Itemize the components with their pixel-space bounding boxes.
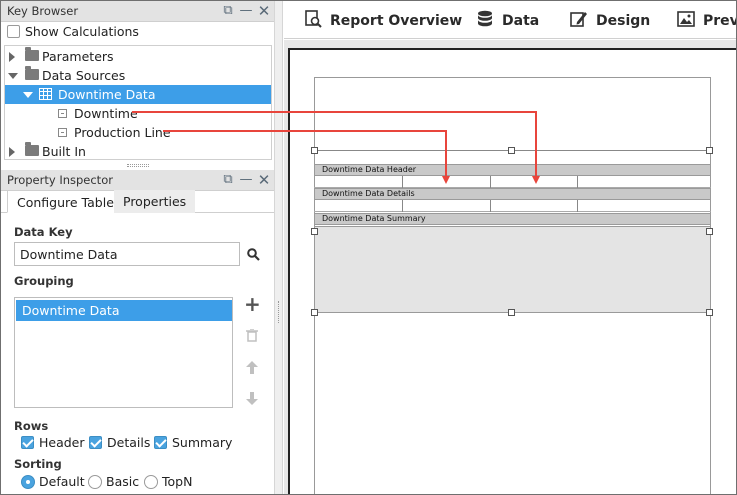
report-designer-window: Key Browser ⧉ — ✕ Show Calculations Para…: [0, 0, 737, 495]
downtime-arrowhead: [532, 176, 540, 184]
downtime-drag-arrow: [132, 111, 537, 179]
drag-annotation-arrows: [132, 111, 540, 184]
production-line-arrowhead: [442, 176, 450, 184]
production-line-drag-arrow: [163, 130, 447, 179]
